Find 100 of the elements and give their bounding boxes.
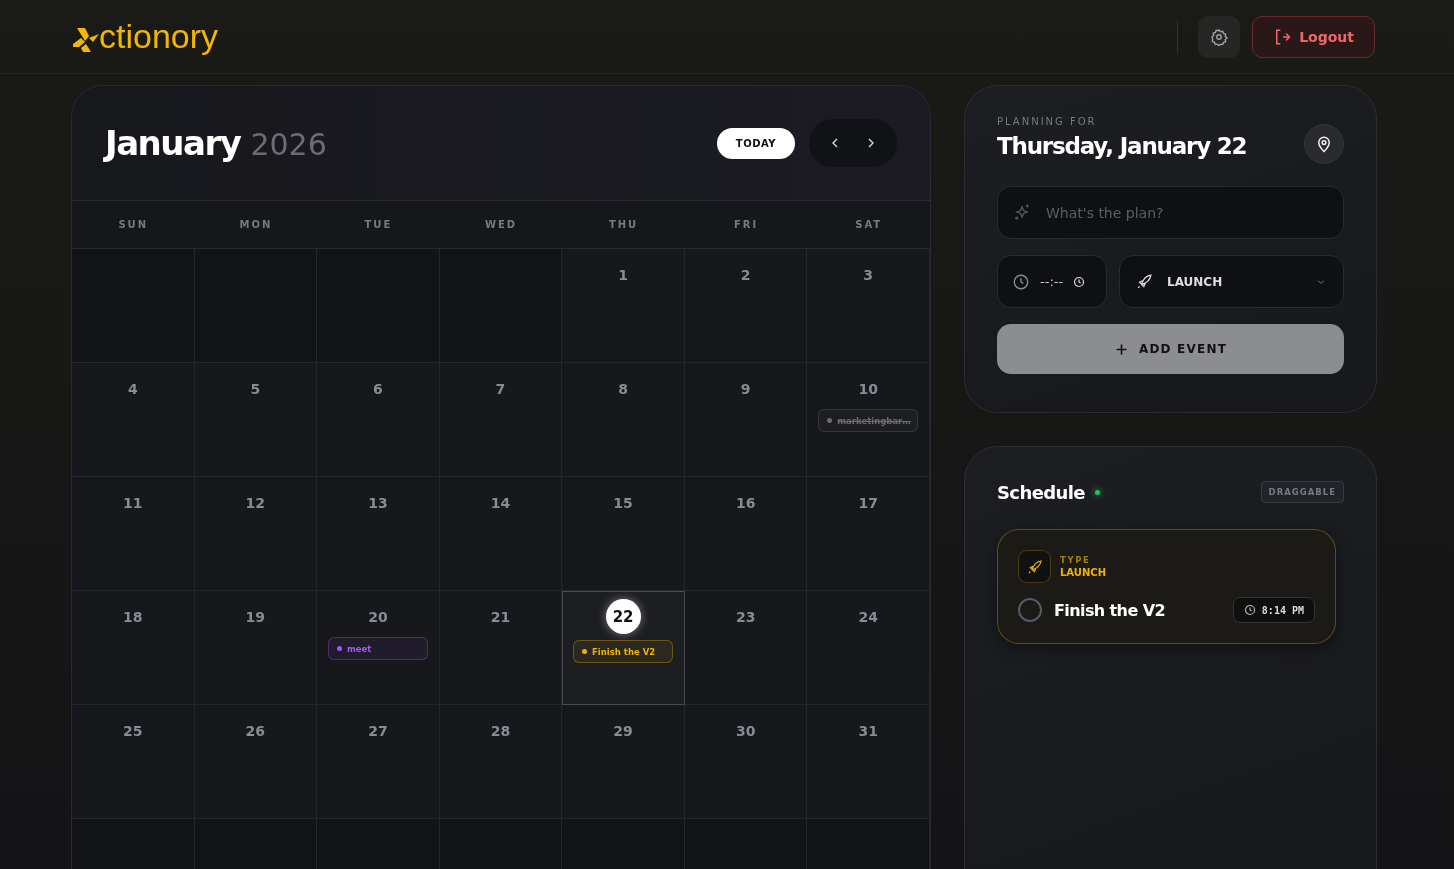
day-number: 24 <box>858 609 878 625</box>
schedule-title: Schedule <box>997 481 1085 503</box>
day-number: 21 <box>490 609 511 625</box>
day-number: 16 <box>735 495 756 511</box>
type-name: LAUNCH <box>1060 567 1106 578</box>
day-number: 30 <box>735 723 756 739</box>
planning-date: Thursday, January 22 <box>997 133 1247 159</box>
day-cell[interactable]: 2 <box>684 249 808 363</box>
day-number: 11 <box>123 495 143 511</box>
month-title: January <box>105 123 241 163</box>
day-number: 17 <box>858 495 878 511</box>
event-chip[interactable]: Finish the V2 <box>573 640 674 663</box>
day-cell[interactable]: 26 <box>194 705 318 819</box>
day-number: 27 <box>368 723 388 739</box>
day-number: 8 <box>618 381 628 397</box>
day-cell[interactable]: 22 Finish the V2 <box>562 591 685 705</box>
day-cell[interactable]: 30 <box>684 705 808 819</box>
logo-text: ctionory <box>99 17 219 56</box>
done-checkbox[interactable] <box>1018 598 1042 622</box>
day-number: 15 <box>613 495 633 511</box>
day-cell[interactable]: 15 <box>562 477 685 591</box>
add-event-button[interactable]: ADD EVENT <box>997 324 1344 374</box>
day-number: 2 <box>740 267 751 283</box>
day-number: 1 <box>618 267 628 283</box>
day-cell[interactable]: 25 <box>72 705 195 819</box>
day-cell[interactable]: 3 <box>807 249 930 363</box>
weekday-label: THU <box>607 219 640 230</box>
weekday-label: MON <box>238 219 274 230</box>
status-dot <box>1094 489 1100 495</box>
day-number: 25 <box>123 723 143 739</box>
day-cell[interactable]: 23 <box>684 591 808 705</box>
plan-input[interactable]: What's the plan? <box>997 186 1344 239</box>
settings-icon <box>1210 27 1229 46</box>
day-number: 13 <box>368 495 388 511</box>
clock-icon <box>1012 272 1030 291</box>
day-cell[interactable]: 1 <box>562 249 685 363</box>
day-cell[interactable]: 12 <box>194 477 318 591</box>
day-cell[interactable]: 20 meet <box>317 591 440 705</box>
day-cell[interactable]: 18 <box>72 591 195 705</box>
day-number: 18 <box>123 609 143 625</box>
day-number: 31 <box>858 723 878 739</box>
day-number: 5 <box>250 381 261 397</box>
day-cell[interactable]: 5 <box>194 363 318 477</box>
day-number: 28 <box>490 723 511 739</box>
time-input[interactable]: --:-- <box>997 255 1107 308</box>
clock-icon <box>1243 604 1256 616</box>
sparkle-icon <box>1013 203 1031 221</box>
event-chip[interactable]: meet <box>327 637 428 660</box>
day-cell[interactable]: 8 <box>562 363 685 477</box>
day-cell[interactable]: 29 <box>562 705 685 819</box>
event-text: meet <box>346 643 372 654</box>
day-cell[interactable]: 17 <box>807 477 930 591</box>
day-cell[interactable]: 31 <box>807 705 930 819</box>
weekday-label: FRI <box>733 219 760 230</box>
logout-icon <box>1273 27 1292 46</box>
location-button[interactable] <box>1304 124 1344 164</box>
day-cell[interactable]: 6 <box>317 363 440 477</box>
event-card[interactable]: TYPE LAUNCH Finish the V2 8:14 PM <box>997 529 1336 644</box>
day-number: 19 <box>245 609 266 625</box>
settings-button[interactable] <box>1198 15 1241 58</box>
year-title: 2026 <box>250 127 327 162</box>
event-time: 8:14 PM <box>1261 604 1304 616</box>
day-number: 29 <box>613 723 633 739</box>
day-cell[interactable]: 21 <box>439 591 563 705</box>
day-number: 22 <box>605 599 641 634</box>
day-cell[interactable]: 4 <box>72 363 195 477</box>
day-number: 3 <box>863 267 874 283</box>
day-number: 14 <box>490 495 511 511</box>
day-cell[interactable]: 7 <box>439 363 563 477</box>
day-cell[interactable]: 9 <box>684 363 808 477</box>
time-placeholder: --:-- <box>1040 274 1064 289</box>
event-title: Finish the V2 <box>1054 600 1166 620</box>
today-button[interactable]: TODAY <box>716 127 795 159</box>
location-icon <box>1315 135 1333 153</box>
day-number: 6 <box>373 381 383 397</box>
day-number: 23 <box>735 609 756 625</box>
planning-label: PLANNING FOR <box>997 116 1098 127</box>
type-select[interactable]: LAUNCH <box>1119 255 1344 308</box>
event-chip[interactable]: marketingbar… <box>818 409 919 432</box>
weekday-label: SUN <box>117 219 150 230</box>
draggable-badge: DRAGGABLE <box>1260 481 1344 503</box>
logout-button[interactable]: Logout <box>1252 15 1375 58</box>
event-text: marketingbar… <box>837 415 911 426</box>
day-number: 9 <box>740 381 751 397</box>
weekday-label: TUE <box>363 219 394 230</box>
day-number: 7 <box>495 381 506 397</box>
day-number: 4 <box>127 381 138 397</box>
day-cell[interactable]: 16 <box>684 477 808 591</box>
day-cell[interactable]: 27 <box>317 705 440 819</box>
day-number: 12 <box>245 495 266 511</box>
day-cell[interactable]: 10 marketingbar… <box>807 363 930 477</box>
day-cell[interactable]: 11 <box>72 477 195 591</box>
day-cell[interactable]: 28 <box>439 705 563 819</box>
weekday-label: WED <box>483 219 519 230</box>
day-cell[interactable]: 24 <box>807 591 930 705</box>
day-cell[interactable]: 13 <box>317 477 440 591</box>
day-cell[interactable]: 19 <box>194 591 318 705</box>
day-cell[interactable]: 14 <box>439 477 563 591</box>
rocket-icon <box>1136 273 1153 290</box>
event-text: Finish the V2 <box>592 646 656 657</box>
